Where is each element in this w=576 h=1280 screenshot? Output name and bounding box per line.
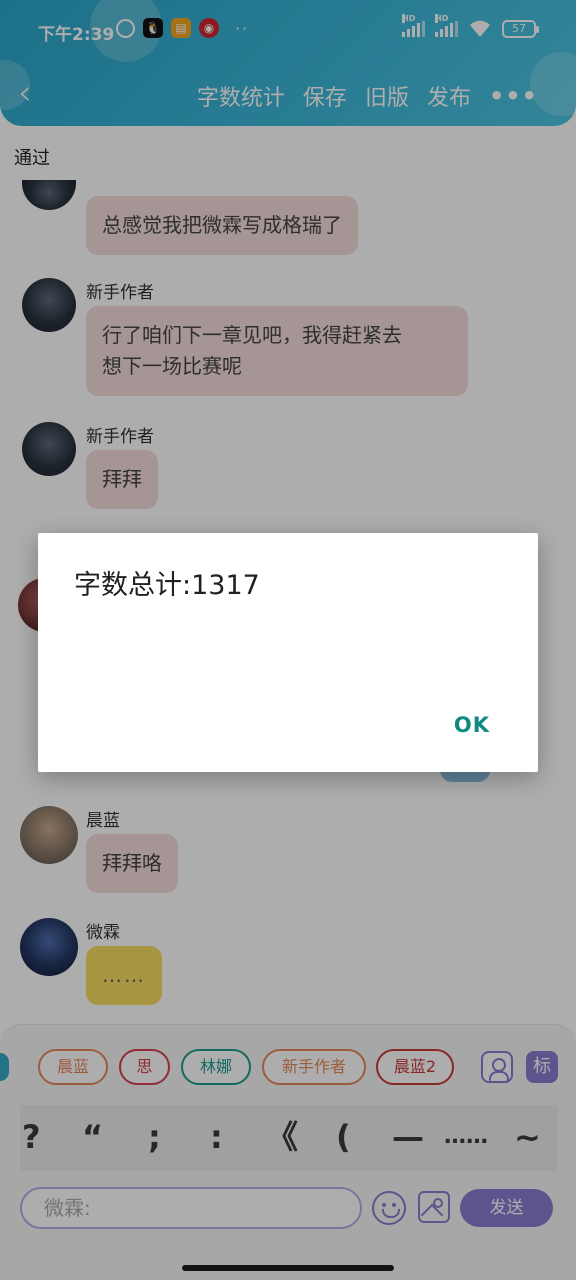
- ok-button[interactable]: OK: [454, 713, 490, 737]
- dialog-message: 字数总计:1317: [74, 570, 260, 601]
- word-count-dialog: 字数总计:1317 OK: [38, 533, 538, 772]
